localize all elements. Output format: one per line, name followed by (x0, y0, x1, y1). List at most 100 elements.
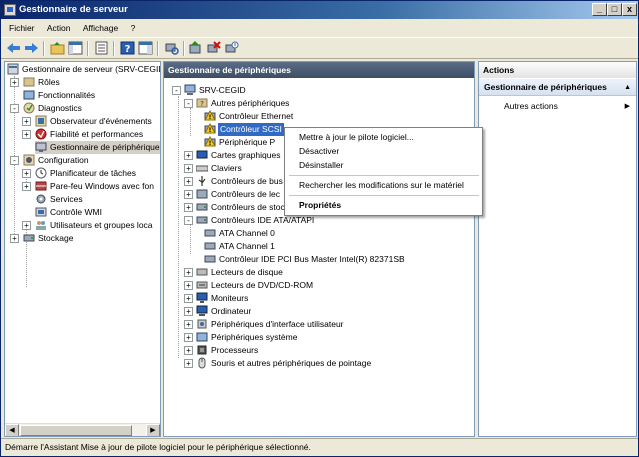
features-icon (23, 90, 35, 100)
toolbar-separator (157, 41, 159, 56)
update-driver-icon[interactable] (187, 40, 204, 56)
forward-icon[interactable] (23, 40, 40, 56)
server-icon (7, 63, 19, 75)
expand-icon[interactable]: + (184, 203, 193, 212)
expand-icon[interactable]: + (184, 281, 193, 290)
expand-icon[interactable]: + (184, 190, 193, 199)
expand-icon[interactable]: + (184, 151, 193, 160)
menu-fichier[interactable]: Fichier (4, 19, 40, 37)
scroll-thumb[interactable] (20, 425, 132, 436)
toolbar-separator (87, 41, 89, 56)
maximize-button[interactable]: □ (607, 3, 622, 16)
device-manager-icon (35, 142, 47, 152)
expand-icon[interactable]: + (22, 221, 31, 230)
tree-item-device-manager[interactable]: Gestionnaire de périphériques (35, 141, 160, 154)
expand-icon[interactable]: + (10, 234, 19, 243)
wmi-icon (35, 207, 47, 217)
collapse-icon[interactable]: - (172, 86, 181, 95)
uninstall-icon[interactable] (205, 40, 222, 56)
ide-channel-icon (204, 255, 216, 263)
show-hide-console-icon[interactable] (67, 40, 84, 56)
collapse-icon[interactable]: - (10, 156, 19, 165)
title-bar[interactable]: Gestionnaire de serveur _ □ x (1, 1, 638, 19)
toolbar-separator (183, 41, 185, 56)
expand-icon[interactable]: + (22, 169, 31, 178)
dvd-drive-icon (196, 281, 208, 289)
mouse-icon (198, 357, 206, 369)
actions-section-device-manager[interactable]: Gestionnaire de périphériques ▲ (479, 79, 636, 96)
window-title: Gestionnaire de serveur (19, 4, 128, 15)
submenu-arrow-icon: ▶ (624, 103, 630, 110)
collapse-icon[interactable]: - (184, 216, 193, 225)
status-bar: Démarre l'Assistant Mise à jour de pilot… (1, 438, 638, 456)
scroll-right-icon[interactable]: ▶ (146, 424, 160, 436)
up-folder-icon[interactable] (49, 40, 66, 56)
svg-text:?: ? (125, 44, 131, 55)
toolbar: ? (1, 37, 638, 59)
unknown-device-icon: ? (196, 98, 208, 108)
pane-header: Gestionnaire de périphériques (164, 62, 474, 78)
ctx-properties[interactable]: Propriétés (299, 199, 341, 212)
expand-icon[interactable]: + (184, 294, 193, 303)
menu-separator (289, 195, 479, 196)
keyboard-icon (196, 165, 208, 172)
actions-more[interactable]: Autres actions ▶ (479, 99, 636, 114)
menu-affichage[interactable]: Affichage (78, 19, 123, 37)
ide-controller-icon (196, 216, 208, 224)
properties-icon[interactable] (93, 40, 110, 56)
expand-icon[interactable]: + (10, 78, 19, 87)
menu-action[interactable]: Action (42, 19, 76, 37)
display-adapter-icon (196, 150, 208, 159)
ctx-update-driver[interactable]: Mettre à jour le pilote logiciel... (299, 131, 414, 144)
expand-icon[interactable]: + (22, 130, 31, 139)
close-button[interactable]: x (622, 3, 637, 16)
collapse-icon[interactable]: - (10, 104, 19, 113)
disk-drive-icon (196, 268, 208, 276)
back-icon[interactable] (5, 40, 22, 56)
ctx-uninstall[interactable]: Désinstaller (299, 159, 343, 172)
server-manager-window: Gestionnaire de serveur _ □ x Fichier Ac… (0, 0, 639, 457)
floppy-controller-icon (196, 189, 208, 199)
expand-icon[interactable]: + (184, 320, 193, 329)
menu-bar: Fichier Action Affichage ? (1, 19, 638, 37)
computer-icon (196, 305, 208, 316)
scan-hardware-icon[interactable] (163, 40, 180, 56)
reliability-icon (35, 128, 47, 140)
actions-header: Actions (479, 62, 636, 78)
disable-icon[interactable] (223, 40, 240, 56)
help-icon[interactable]: ? (119, 40, 136, 56)
expand-icon[interactable]: + (22, 182, 31, 191)
console-tree-pane: Gestionnaire de serveur (SRV-CEGID + Rôl… (4, 61, 161, 437)
show-pane-icon[interactable] (137, 40, 154, 56)
clock-icon (35, 167, 47, 179)
tree-root-label: Gestionnaire de serveur (SRV-CEGID (22, 64, 161, 74)
warning-device-icon: ! (204, 123, 216, 134)
users-icon (36, 221, 46, 230)
toolbar-separator (113, 41, 115, 56)
processor-icon (197, 345, 207, 355)
left-horizontal-scrollbar[interactable]: ◀ ▶ (5, 423, 160, 436)
expand-icon[interactable]: + (184, 268, 193, 277)
scroll-left-icon[interactable]: ◀ (5, 424, 19, 436)
expand-icon[interactable]: + (184, 359, 193, 368)
status-text: Démarre l'Assistant Mise à jour de pilot… (5, 442, 311, 452)
server-manager-icon (4, 4, 16, 16)
ide-channel-icon (204, 229, 216, 237)
ctx-scan-hardware[interactable]: Rechercher les modifications sur le maté… (299, 179, 464, 192)
collapse-arrow-icon[interactable]: ▲ (624, 79, 631, 96)
minimize-button[interactable]: _ (592, 3, 607, 16)
menu-help[interactable]: ? (126, 19, 141, 37)
expand-icon[interactable]: + (184, 346, 193, 355)
expand-icon[interactable]: + (184, 177, 193, 186)
roles-icon (23, 77, 35, 87)
firewall-icon (35, 181, 47, 191)
expand-icon[interactable]: + (184, 307, 193, 316)
expand-icon[interactable]: + (22, 117, 31, 126)
event-viewer-icon (35, 115, 47, 127)
expand-icon[interactable]: + (184, 333, 193, 342)
expand-icon[interactable]: + (184, 164, 193, 173)
collapse-icon[interactable]: - (184, 99, 193, 108)
svg-text:!: ! (209, 140, 212, 147)
ctx-disable[interactable]: Désactiver (299, 145, 339, 158)
storage-icon (23, 234, 35, 242)
